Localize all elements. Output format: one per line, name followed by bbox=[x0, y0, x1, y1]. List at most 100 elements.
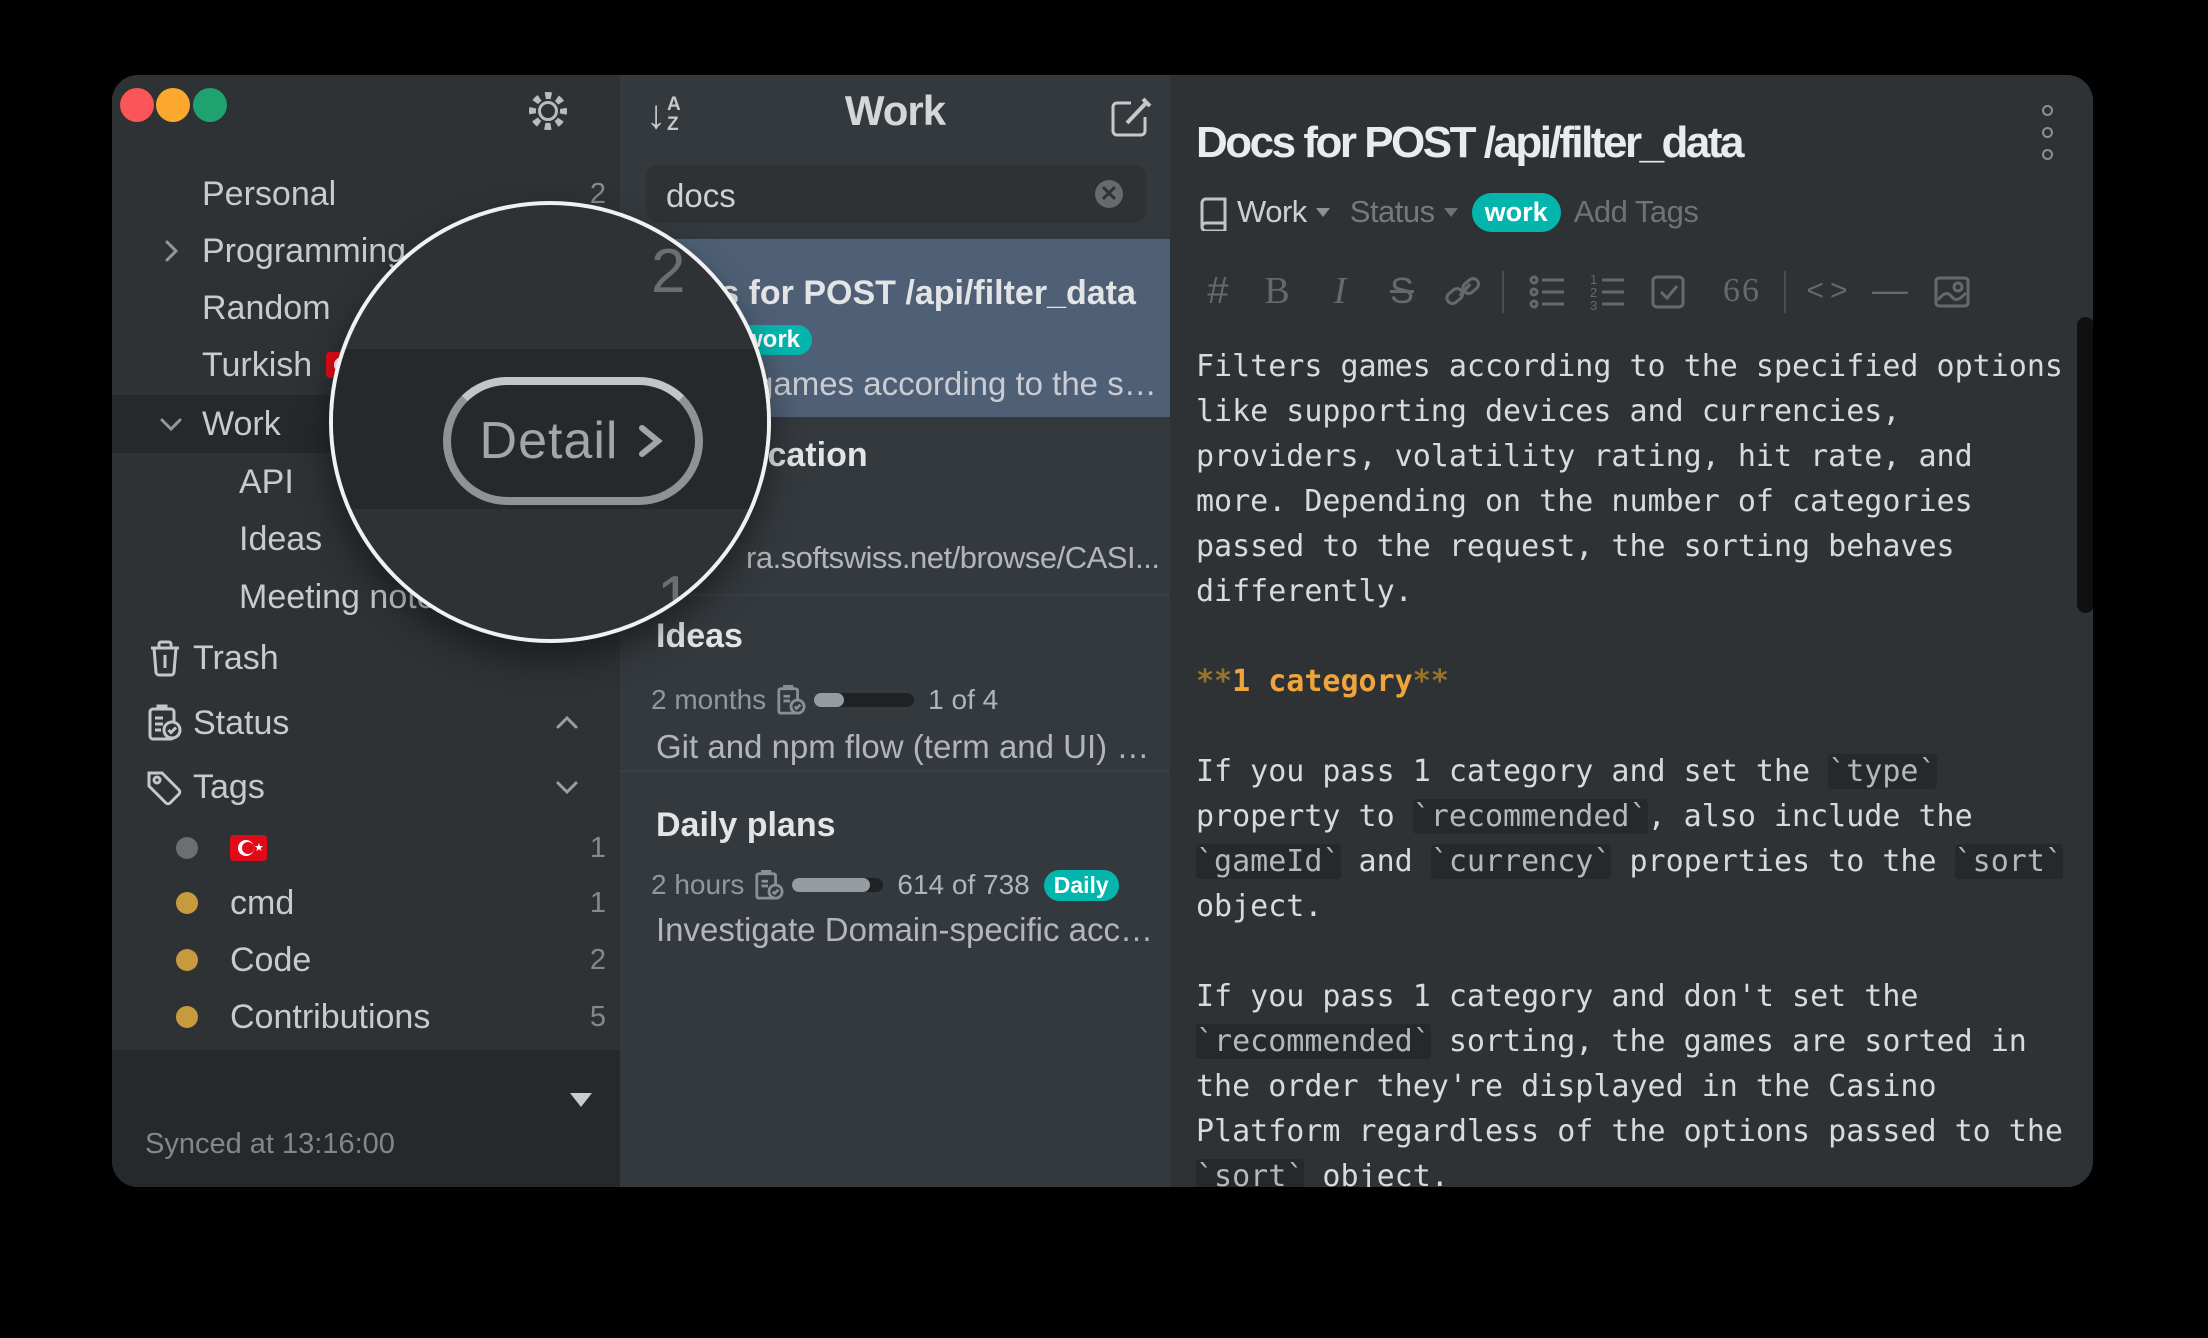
note-body-line bbox=[1196, 704, 2063, 749]
chevron-down-icon[interactable] bbox=[157, 410, 185, 438]
note-body-line bbox=[1196, 929, 2063, 974]
traffic-minimize-button[interactable] bbox=[156, 88, 190, 122]
note-item-meta: 2 hours 614 of 738 Daily bbox=[651, 867, 1119, 903]
settings-gear-icon[interactable] bbox=[526, 89, 570, 133]
inline-code: `recommended` bbox=[1196, 1024, 1431, 1059]
sidebar-item-label: Code bbox=[230, 941, 311, 980]
note-body[interactable]: Filters games according to the specified… bbox=[1196, 344, 2063, 1187]
note-body-line: Filters games according to the specified… bbox=[1196, 344, 2063, 389]
more-menu-icon[interactable] bbox=[2042, 105, 2053, 171]
bullet-list-icon[interactable] bbox=[1518, 267, 1578, 317]
status-caret-icon bbox=[1444, 208, 1458, 217]
sidebar-item-label: Work bbox=[202, 405, 281, 444]
quote-icon[interactable]: 66 bbox=[1712, 267, 1772, 317]
detail-button-label: Detail bbox=[480, 411, 619, 471]
italic-icon[interactable]: I bbox=[1310, 267, 1370, 317]
note-body-line: If you pass 1 category and don't set the bbox=[1196, 974, 2063, 1019]
sidebar-item-count: 2 bbox=[590, 944, 606, 977]
editor-scrollbar[interactable] bbox=[2077, 317, 2093, 613]
note-item-title: Daily plans bbox=[656, 806, 836, 845]
note-title: Docs for POST /api/filter_data bbox=[1196, 118, 1742, 168]
note-item-counter: 614 of 738 bbox=[897, 869, 1029, 901]
toolbar-separator bbox=[1502, 271, 1504, 313]
section-expand-icon[interactable] bbox=[552, 772, 582, 802]
editor-panel: Docs for POST /api/filter_data Work Stat… bbox=[1170, 75, 2093, 1187]
todo-progress-icon bbox=[754, 869, 784, 901]
sidebar-item-tags[interactable]: Tags bbox=[112, 758, 620, 816]
note-body-line: like supporting devices and currencies, bbox=[1196, 389, 2063, 434]
magnifier-circle: 2 Detail 1 bbox=[329, 201, 771, 643]
note-list-item-4[interactable]: Daily plans 2 hours 614 of 738 Daily Investi… bbox=[620, 770, 1170, 950]
note-body-line: `sort` object. bbox=[1196, 1154, 2063, 1187]
footer-dropdown-icon[interactable] bbox=[570, 1093, 592, 1107]
sidebar-item-status[interactable]: Status bbox=[112, 694, 620, 752]
compose-icon[interactable] bbox=[1109, 95, 1153, 144]
note-item-counter: 1 of 4 bbox=[928, 684, 998, 716]
sidebar-item-label: Programming bbox=[202, 232, 406, 271]
section-collapse-icon[interactable] bbox=[552, 708, 582, 738]
status-selector[interactable]: Status bbox=[1350, 194, 1435, 230]
turkey-flag-icon: ★ bbox=[230, 835, 267, 861]
note-item-age: 2 months bbox=[651, 684, 766, 716]
sync-status: Synced at 13:16:00 bbox=[145, 1128, 395, 1161]
note-body-line: If you pass 1 category and set the `type… bbox=[1196, 749, 2063, 794]
search-input[interactable]: docs ✕ bbox=[646, 165, 1146, 223]
tag-icon bbox=[145, 767, 185, 807]
search-value: docs bbox=[666, 177, 736, 215]
inline-code: `sort` bbox=[1955, 844, 2063, 879]
tag-color-dot bbox=[176, 949, 198, 971]
sidebar-item-count: 1 bbox=[590, 887, 606, 920]
magnified-count-top: 2 bbox=[651, 241, 685, 303]
tag-color-dot bbox=[176, 837, 198, 859]
detail-button[interactable]: Detail bbox=[443, 377, 703, 505]
note-body-line: property to `recommended`, also include … bbox=[1196, 794, 2063, 839]
sidebar-item-label: Status bbox=[193, 704, 289, 743]
search-clear-icon[interactable]: ✕ bbox=[1095, 180, 1123, 208]
note-body-line: the order they're displayed in the Casin… bbox=[1196, 1064, 2063, 1109]
code-icon[interactable]: <> bbox=[1800, 267, 1860, 317]
note-body-line: `recommended` sorting, the games are sor… bbox=[1196, 1019, 2063, 1064]
note-body-line: providers, volatility rating, hit rate, … bbox=[1196, 434, 2063, 479]
note-list-item-3[interactable]: Ideas2 months1 of 4Git and npm flow (ter… bbox=[620, 594, 1170, 770]
note-body-line: **1 category** bbox=[1196, 659, 2063, 704]
note-body-line: passed to the request, the sorting behav… bbox=[1196, 524, 2063, 569]
sidebar-item-tag-cmd[interactable]: cmd1 bbox=[112, 874, 620, 932]
checkbox-icon[interactable] bbox=[1638, 267, 1698, 317]
strike-icon[interactable]: S bbox=[1372, 267, 1432, 317]
note-item-daily-pill: Daily bbox=[1044, 870, 1119, 901]
hash-icon[interactable]: # bbox=[1188, 267, 1248, 317]
sidebar-item-label: Ideas bbox=[239, 520, 322, 559]
traffic-zoom-button[interactable] bbox=[193, 88, 227, 122]
bold-icon[interactable]: B bbox=[1247, 267, 1307, 317]
sidebar-item-tag-turkey[interactable]: ★1 bbox=[112, 819, 620, 877]
hr-icon[interactable]: — bbox=[1860, 267, 1920, 317]
note-meta-row: Work Status work Add Tags bbox=[1198, 188, 1698, 236]
sidebar-item-count: 1 bbox=[590, 832, 606, 865]
notebook-selector[interactable]: Work bbox=[1237, 194, 1307, 230]
note-tag-pill[interactable]: work bbox=[1472, 193, 1561, 232]
sidebar-item-label: Tags bbox=[193, 768, 265, 807]
note-body-line: object. bbox=[1196, 884, 2063, 929]
toolbar-separator bbox=[1784, 271, 1786, 313]
numbered-list-icon[interactable]: 123 bbox=[1578, 267, 1638, 317]
sidebar-item-label: Contributions bbox=[230, 998, 430, 1037]
note-item-age: 2 hours bbox=[651, 869, 744, 901]
note-item-preview: Investigate Domain-specific access i... bbox=[656, 911, 1158, 949]
add-tags-button[interactable]: Add Tags bbox=[1574, 194, 1699, 230]
link-icon[interactable] bbox=[1432, 267, 1492, 317]
traffic-close-button[interactable] bbox=[120, 88, 154, 122]
note-list-title: Work bbox=[620, 87, 1170, 135]
chevron-right-icon[interactable] bbox=[157, 237, 185, 265]
inline-code: `recommended` bbox=[1413, 799, 1648, 834]
note-item-url: ra.softswiss.net/browse/CASI... bbox=[746, 540, 1159, 576]
svg-text:3: 3 bbox=[1590, 298, 1597, 313]
note-list-panel: ↓AZ Work docs ✕ Docs for POST /api/filte… bbox=[620, 75, 1170, 1187]
note-item-meta: 2 months 1 of 4 bbox=[651, 682, 998, 718]
sidebar-item-label: Trash bbox=[193, 639, 279, 678]
inline-code: `gameId` bbox=[1196, 844, 1341, 879]
note-list-divider bbox=[620, 770, 1170, 772]
sidebar-item-tag-code[interactable]: Code 2 bbox=[112, 931, 620, 989]
image-icon[interactable] bbox=[1922, 267, 1982, 317]
status-icon bbox=[145, 703, 185, 743]
sidebar-item-tag-contributions[interactable]: Contributions5 bbox=[112, 988, 620, 1046]
